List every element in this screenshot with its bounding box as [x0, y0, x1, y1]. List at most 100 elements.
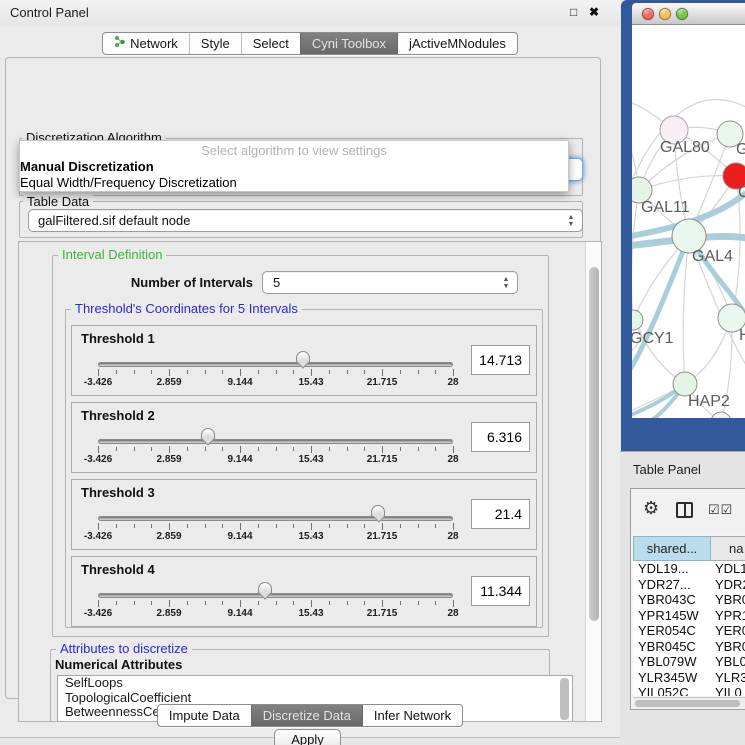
- tab-style[interactable]: Style: [189, 33, 241, 54]
- settings-scrollbar-track[interactable]: [585, 242, 602, 721]
- network-window-titlebar: [632, 3, 745, 25]
- cell-shared-name[interactable]: YPR145W: [638, 608, 699, 623]
- table-hscrollbar-thumb[interactable]: [635, 700, 740, 707]
- cell-shared-name[interactable]: YBR043C: [638, 592, 696, 607]
- apply-button[interactable]: Apply: [274, 729, 341, 745]
- cell-shared-name[interactable]: YBL079W: [638, 654, 697, 669]
- network-node-gcy1[interactable]: [632, 310, 643, 330]
- minimize-traffic-light[interactable]: [659, 8, 671, 20]
- threshold-2-value-field[interactable]: 6.316: [471, 422, 530, 452]
- table-row[interactable]: YPR145W YPR1: [633, 608, 745, 624]
- tab-cyni-toolbox[interactable]: Cyni Toolbox: [300, 33, 397, 54]
- threshold-4-value-field[interactable]: 11.344: [471, 576, 530, 606]
- slider-tick: [435, 447, 436, 451]
- cell-shared-name[interactable]: YDL19...: [638, 561, 689, 576]
- table-row[interactable]: YLR345W YLR3: [633, 670, 745, 686]
- threshold-1-value-field[interactable]: 14.713: [471, 345, 530, 375]
- cell-shared-name[interactable]: YDR27...: [638, 577, 691, 592]
- slider-tick-label: 9.144: [227, 531, 252, 542]
- slider-tick: [329, 601, 330, 605]
- settings-scrollbar-thumb[interactable]: [589, 267, 599, 621]
- tab-infer-network[interactable]: Infer Network: [362, 705, 462, 726]
- attributes-list-scrollbar[interactable]: [560, 678, 569, 720]
- cell-name[interactable]: YBR0: [715, 592, 745, 607]
- slider-tick: [134, 524, 135, 528]
- number-of-intervals-select[interactable]: 5 ▲▼: [262, 271, 518, 294]
- threshold-1-slider-track[interactable]: [98, 362, 453, 367]
- cell-shared-name[interactable]: YIL052C: [638, 685, 689, 696]
- cell-name[interactable]: YER0: [715, 623, 745, 638]
- table-row[interactable]: YDR27... YDR2: [633, 577, 745, 593]
- slider-tick: [187, 524, 188, 528]
- cell-name[interactable]: YBR0: [715, 639, 745, 654]
- cell-name[interactable]: YDL1: [715, 561, 745, 576]
- slider-tick: [169, 600, 170, 607]
- column-header-name[interactable]: na: [711, 536, 745, 561]
- slider-tick: [116, 370, 117, 374]
- table-row[interactable]: YDL19... YDL1: [633, 561, 745, 577]
- network-graph[interactable]: GAL80GACGAL11GAL4GCY1HHAP2: [632, 25, 745, 418]
- tab-select[interactable]: Select: [241, 33, 300, 54]
- slider-tick: [311, 369, 312, 376]
- slider-tick: [418, 370, 419, 374]
- slider-tick-label: -3.426: [84, 377, 112, 388]
- threshold-4-slider-track[interactable]: [98, 593, 453, 598]
- threshold-1-label: Threshold 1: [81, 331, 155, 346]
- algorithm-option-equal-width-frequency[interactable]: Equal Width/Frequency Discretization: [20, 175, 568, 191]
- tab-jactivemnodules[interactable]: jActiveMNodules: [397, 33, 517, 54]
- close-traffic-light[interactable]: [642, 8, 654, 20]
- zoom-traffic-light[interactable]: [676, 8, 688, 20]
- algorithm-option-manual-discretization[interactable]: Manual Discretization: [20, 159, 568, 175]
- gear-icon[interactable]: ⚙: [643, 498, 659, 519]
- tab-network[interactable]: Network: [103, 33, 189, 54]
- slider-tick: [364, 447, 365, 451]
- cell-name[interactable]: YLR3: [715, 670, 745, 685]
- attribute-item-topologicalcoefficient[interactable]: TopologicalCoefficient: [58, 691, 572, 706]
- slider-tick: [311, 600, 312, 607]
- checkbox-columns-icon[interactable]: ☑☑: [708, 502, 733, 518]
- slider-tick-label: -3.426: [84, 608, 112, 619]
- float-window-icon[interactable]: □: [570, 5, 577, 19]
- attribute-item-selfloops[interactable]: SelfLoops: [58, 676, 572, 691]
- control-panel-window: Control Panel □ ✖ NetworkStyleSelectCyni…: [0, 0, 620, 738]
- application-root: Control Panel □ ✖ NetworkStyleSelectCyni…: [0, 0, 745, 745]
- cell-shared-name[interactable]: YBR045C: [638, 639, 696, 654]
- threshold-4-slider-thumb[interactable]: [258, 582, 272, 594]
- cell-shared-name[interactable]: YER054C: [638, 623, 696, 638]
- table-row[interactable]: YBR043C YBR0: [633, 592, 745, 608]
- cell-name[interactable]: YBL0: [715, 654, 745, 669]
- threshold-3-slider-track[interactable]: [98, 516, 453, 521]
- close-window-icon[interactable]: ✖: [589, 5, 599, 19]
- column-header-shared-name[interactable]: shared...: [633, 536, 711, 561]
- threshold-2-slider-thumb[interactable]: [201, 428, 215, 440]
- node-label: GAL4: [692, 248, 733, 265]
- tab-discretize-data[interactable]: Discretize Data: [251, 705, 362, 726]
- table-row[interactable]: YER054C YER0: [633, 623, 745, 639]
- slider-tick: [382, 600, 383, 607]
- table-row[interactable]: YBL079W YBL0: [633, 654, 745, 670]
- cell-name[interactable]: YIL0: [715, 685, 742, 696]
- cell-shared-name[interactable]: YLR345W: [638, 670, 697, 685]
- threshold-2-slider-track[interactable]: [98, 439, 453, 444]
- slider-tick: [98, 369, 99, 376]
- cell-name[interactable]: YDR2: [715, 577, 745, 592]
- table-hscrollbar-track[interactable]: [633, 697, 745, 708]
- threshold-3-slider-thumb[interactable]: [371, 505, 385, 517]
- table-row[interactable]: YIL052C YIL0: [633, 685, 745, 696]
- network-canvas[interactable]: GAL80GACGAL11GAL4GCY1HHAP2: [632, 25, 745, 418]
- cell-name[interactable]: YPR1: [715, 608, 745, 623]
- tab-label: Select: [253, 33, 289, 54]
- tab-impute-data[interactable]: Impute Data: [158, 705, 251, 726]
- network-node[interactable]: [711, 412, 731, 418]
- slider-tick: [382, 523, 383, 530]
- slider-tick-label: -3.426: [84, 531, 112, 542]
- split-columns-icon[interactable]: [676, 502, 693, 518]
- slider-tick: [329, 447, 330, 451]
- algorithm-dropdown-popup: Select algorithm to view settings Manual…: [19, 140, 569, 192]
- table-row[interactable]: YBR045C YBR0: [633, 639, 745, 655]
- threshold-1-slider-thumb[interactable]: [296, 351, 310, 363]
- threshold-3-value-field[interactable]: 21.4: [471, 499, 530, 529]
- threshold-1-panel: Threshold 1-3.4262.8599.14415.4321.71528…: [71, 325, 537, 396]
- network-edge: [683, 236, 689, 384]
- table-data-select[interactable]: galFiltered.sif default node ▲▼: [28, 209, 583, 232]
